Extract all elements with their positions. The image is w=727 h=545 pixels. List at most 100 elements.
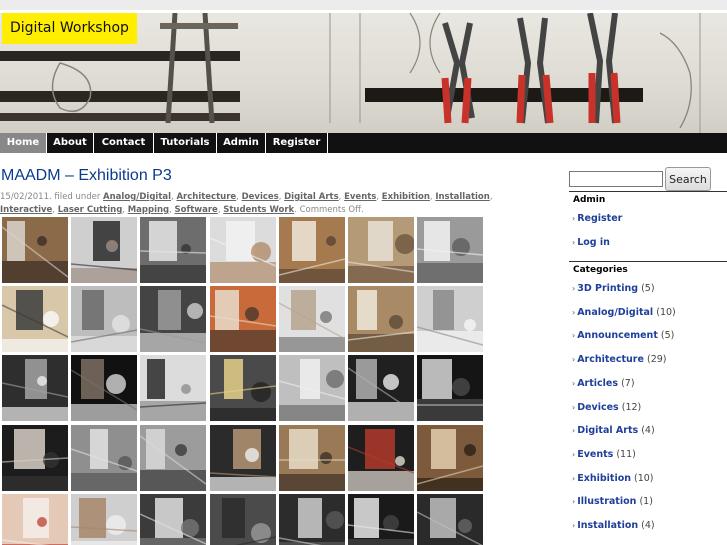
gallery-thumbnail[interactable] bbox=[209, 424, 276, 491]
gallery-thumbnail[interactable] bbox=[417, 286, 484, 353]
sidebar-category-item[interactable]: › Digital Arts (4) bbox=[572, 425, 655, 436]
main-nav: Home About Contact Tutorials Admin Regis… bbox=[0, 133, 727, 153]
category-count: (5) bbox=[641, 283, 655, 294]
post-category-link[interactable]: Software bbox=[175, 205, 218, 215]
sidebar-categories-heading: Categories bbox=[569, 261, 727, 276]
gallery-thumbnail[interactable] bbox=[71, 355, 138, 422]
post-category-link[interactable]: Exhibition bbox=[382, 192, 430, 202]
photo-thumbnail-image bbox=[417, 286, 484, 353]
category-count: (4) bbox=[641, 520, 655, 531]
gallery-thumbnail[interactable] bbox=[140, 493, 207, 545]
gallery-thumbnail[interactable] bbox=[2, 286, 68, 353]
chevron-right-icon: › bbox=[572, 355, 576, 365]
category-link[interactable]: Exhibition bbox=[577, 473, 631, 484]
sidebar-link-register[interactable]: › Register bbox=[572, 213, 622, 224]
sidebar-category-item[interactable]: › 3D Printing (5) bbox=[572, 283, 655, 294]
nav-admin[interactable]: Admin bbox=[217, 133, 266, 153]
gallery-thumbnail[interactable] bbox=[278, 424, 345, 491]
post-category-link[interactable]: Events bbox=[344, 192, 376, 202]
category-count: (11) bbox=[616, 448, 636, 460]
post-category-link[interactable]: Digital Arts bbox=[284, 192, 339, 202]
gallery-thumbnail[interactable] bbox=[2, 424, 68, 491]
sidebar-category-item[interactable]: › Illustration (1) bbox=[572, 496, 653, 507]
post-category-link[interactable]: Installation bbox=[435, 192, 490, 202]
category-count: (10) bbox=[656, 306, 676, 318]
photo-thumbnail-image bbox=[140, 424, 207, 491]
category-link[interactable]: Devices bbox=[577, 402, 619, 413]
gallery-thumbnail[interactable] bbox=[140, 286, 207, 353]
sidebar-link-login[interactable]: › Log in bbox=[572, 237, 610, 248]
nav-tutorials[interactable]: Tutorials bbox=[154, 133, 217, 153]
sidebar-admin-heading: Admin bbox=[569, 191, 727, 206]
sidebar-category-item[interactable]: › Analog/Digital (10) bbox=[572, 307, 676, 318]
category-link[interactable]: Articles bbox=[577, 378, 618, 389]
category-link[interactable]: Announcement bbox=[577, 330, 658, 341]
post-category-link[interactable]: Analog/Digital bbox=[103, 192, 171, 202]
gallery-thumbnail[interactable] bbox=[140, 424, 207, 491]
sidebar-category-item[interactable]: › Installation (4) bbox=[572, 520, 655, 531]
gallery-thumbnail[interactable] bbox=[417, 217, 484, 283]
gallery-thumbnail[interactable] bbox=[2, 217, 68, 283]
post-category-link[interactable]: Devices bbox=[242, 192, 279, 202]
chevron-right-icon: › bbox=[572, 402, 576, 412]
nav-home[interactable]: Home bbox=[0, 133, 47, 153]
gallery-thumbnail[interactable] bbox=[71, 217, 138, 283]
gallery-thumbnail[interactable] bbox=[278, 493, 345, 545]
category-link[interactable]: 3D Printing bbox=[577, 283, 638, 294]
sidebar-category-item[interactable]: › Devices (12) bbox=[572, 402, 641, 413]
gallery-thumbnail[interactable] bbox=[348, 286, 414, 353]
gallery-thumbnail[interactable] bbox=[71, 493, 138, 545]
category-link[interactable]: Architecture bbox=[577, 354, 644, 365]
search-button[interactable]: Search bbox=[665, 167, 711, 191]
sidebar-category-item[interactable]: › Articles (7) bbox=[572, 378, 635, 389]
gallery-thumbnail[interactable] bbox=[2, 355, 68, 422]
top-strip bbox=[0, 0, 727, 10]
gallery-thumbnail[interactable] bbox=[348, 217, 414, 283]
gallery-thumbnail[interactable] bbox=[278, 355, 345, 422]
post-category-link[interactable]: Architecture bbox=[176, 192, 236, 202]
gallery-thumbnail[interactable] bbox=[71, 424, 138, 491]
nav-contact[interactable]: Contact bbox=[94, 133, 154, 153]
photo-thumbnail-image bbox=[2, 493, 68, 545]
category-link[interactable]: Analog/Digital bbox=[577, 307, 653, 318]
gallery-thumbnail[interactable] bbox=[209, 286, 276, 353]
gallery-thumbnail[interactable] bbox=[417, 424, 484, 491]
nav-about[interactable]: About bbox=[47, 133, 94, 153]
chevron-right-icon: › bbox=[572, 307, 576, 317]
gallery-thumbnail[interactable] bbox=[140, 217, 207, 283]
gallery-thumbnail[interactable] bbox=[278, 217, 345, 283]
gallery-thumbnail[interactable] bbox=[209, 493, 276, 545]
sidebar-category-item[interactable]: › Announcement (5) bbox=[572, 330, 674, 341]
post-title[interactable]: MAADM – Exhibition P3 bbox=[1, 167, 172, 185]
photo-thumbnail-image bbox=[140, 286, 207, 353]
site-title[interactable]: Digital Workshop bbox=[2, 13, 137, 44]
category-link[interactable]: Digital Arts bbox=[577, 425, 638, 436]
gallery-thumbnail[interactable] bbox=[348, 493, 414, 545]
gallery-thumbnail[interactable] bbox=[209, 355, 276, 422]
gallery-thumbnail[interactable] bbox=[71, 286, 138, 353]
photo-thumbnail-image bbox=[417, 493, 484, 545]
post-category-link[interactable]: Interactive bbox=[0, 205, 52, 215]
sidebar-category-item[interactable]: › Architecture (29) bbox=[572, 354, 667, 365]
chevron-right-icon: › bbox=[572, 331, 576, 341]
gallery-thumbnail[interactable] bbox=[417, 355, 484, 422]
nav-register[interactable]: Register bbox=[266, 133, 328, 153]
gallery-thumbnail[interactable] bbox=[140, 355, 207, 422]
gallery-thumbnail[interactable] bbox=[278, 286, 345, 353]
gallery-thumbnail[interactable] bbox=[209, 217, 276, 283]
gallery-thumbnail[interactable] bbox=[348, 424, 414, 491]
chevron-right-icon: › bbox=[572, 378, 576, 388]
search-input[interactable] bbox=[569, 171, 663, 187]
chevron-right-icon: › bbox=[572, 426, 576, 436]
gallery-thumbnail[interactable] bbox=[2, 493, 68, 545]
sidebar-category-item[interactable]: › Events (11) bbox=[572, 449, 636, 460]
post-category-link[interactable]: Laser Cutting bbox=[58, 205, 123, 215]
category-link[interactable]: Events bbox=[577, 449, 613, 460]
gallery-thumbnail[interactable] bbox=[348, 355, 414, 422]
sidebar-category-item[interactable]: › Exhibition (10) bbox=[572, 473, 654, 484]
gallery-thumbnail[interactable] bbox=[417, 493, 484, 545]
category-link[interactable]: Installation bbox=[577, 520, 638, 531]
post-category-link[interactable]: Mapping bbox=[128, 205, 169, 215]
post-category-link[interactable]: Students Work bbox=[223, 205, 294, 215]
category-link[interactable]: Illustration bbox=[577, 496, 636, 507]
